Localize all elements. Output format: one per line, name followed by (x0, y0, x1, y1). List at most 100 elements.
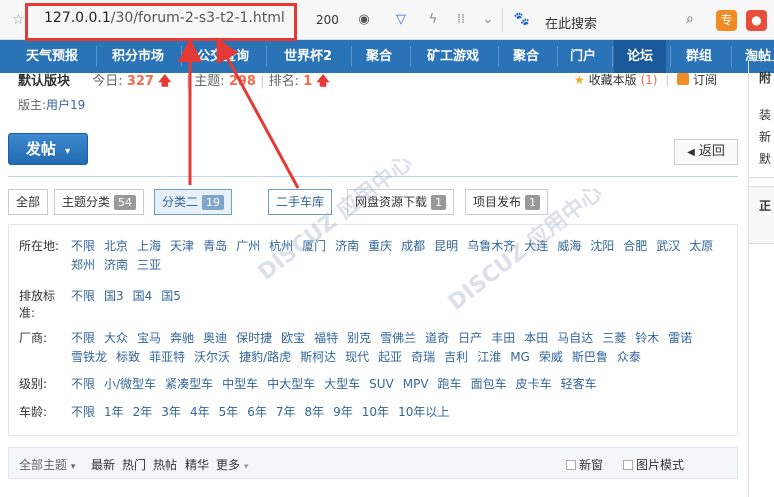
bookmark-star-icon[interactable]: ☆ (12, 12, 25, 28)
filter-option[interactable]: 10年以上 (398, 403, 449, 422)
filter-option[interactable]: 成都 (401, 237, 425, 256)
filter-option[interactable]: 天津 (170, 237, 194, 256)
filter-option[interactable]: 10年 (362, 403, 389, 422)
nav-item[interactable]: 世界杯2 (268, 40, 348, 73)
filter-option[interactable]: 5年 (219, 403, 239, 422)
nav-item[interactable]: 群组 (672, 40, 726, 73)
filter-option[interactable]: 奇瑞 (411, 348, 435, 367)
filter-option[interactable]: 9年 (333, 403, 353, 422)
new-post-button[interactable]: 发帖 ▾ (8, 133, 88, 165)
filter-option[interactable]: MG (510, 348, 530, 367)
filter-option[interactable]: 捷豹/路虎 (239, 348, 291, 367)
favorite-star-icon[interactable]: ★ (574, 73, 585, 87)
filter-option[interactable]: 紧凑型车 (165, 375, 213, 394)
filter-option[interactable]: 道奇 (425, 329, 449, 348)
extension-red-icon[interactable]: ● (746, 10, 767, 31)
filter-option[interactable]: 济南 (104, 256, 128, 275)
tab-topic-category[interactable]: 主题分类 54 (54, 189, 145, 215)
filter-option[interactable]: 别克 (347, 329, 371, 348)
filter-option[interactable]: 沃尔沃 (194, 348, 230, 367)
filter-option[interactable]: 雷诺 (668, 329, 692, 348)
nav-item[interactable]: 天气预报 (12, 40, 92, 73)
tab-all[interactable]: 全部 (8, 189, 49, 215)
filter-option[interactable]: 标致 (116, 348, 140, 367)
filter-option[interactable]: 济南 (335, 237, 359, 256)
filter-option[interactable]: 江淮 (477, 348, 501, 367)
rss-icon[interactable] (677, 73, 690, 85)
filter-option[interactable]: 丰田 (491, 329, 515, 348)
filter-option[interactable]: 沈阳 (590, 237, 614, 256)
filter-option[interactable]: 合肥 (623, 237, 647, 256)
all-topics-dropdown[interactable]: 全部主题 ▾ (19, 456, 75, 473)
back-button[interactable]: ◀ 返回 (674, 139, 738, 165)
filter-option[interactable]: 众泰 (617, 348, 641, 367)
filter-option[interactable]: 福特 (314, 329, 338, 348)
filter-option[interactable]: 威海 (557, 237, 581, 256)
filter-option[interactable]: 8年 (305, 403, 325, 422)
filter-option[interactable]: 国5 (161, 287, 181, 306)
filter-hot-posts[interactable]: 热帖 (153, 456, 177, 473)
tab-used-cars[interactable]: 二手车库 (268, 189, 333, 215)
filter-option[interactable]: 欧宝 (281, 329, 305, 348)
filter-option[interactable]: 7年 (276, 403, 296, 422)
filter-option[interactable]: 重庆 (368, 237, 392, 256)
filter-option[interactable]: 宝马 (137, 329, 161, 348)
filter-option[interactable]: 奔驰 (170, 329, 194, 348)
extension-icon[interactable]: 专 (716, 10, 737, 31)
nav-item[interactable]: 公交查询 (183, 40, 263, 73)
filter-option[interactable]: 吉利 (444, 348, 468, 367)
shield-icon[interactable]: ▽ (392, 11, 410, 29)
filter-option[interactable]: 大众 (104, 329, 128, 348)
filter-option[interactable]: 不限 (71, 403, 95, 422)
tab-category-two[interactable]: 分类二 19 (154, 189, 233, 215)
filter-option[interactable]: 面包车 (471, 375, 507, 394)
filter-option[interactable]: 杭州 (269, 237, 293, 256)
nav-item[interactable]: 聚合 (353, 40, 405, 73)
favorite-link[interactable]: 收藏本版 (589, 73, 637, 87)
filter-option[interactable]: 6年 (247, 403, 267, 422)
filter-option[interactable]: SUV (369, 375, 394, 394)
filter-option[interactable]: 三亚 (137, 256, 161, 275)
paw-search-icon[interactable]: 🐾 (513, 11, 531, 29)
filter-option[interactable]: 昆明 (434, 237, 458, 256)
sidebar-line[interactable]: 新 (759, 128, 771, 145)
filter-option[interactable]: 武汉 (656, 237, 680, 256)
new-window-toggle[interactable]: 新窗 (566, 456, 603, 473)
nav-item[interactable]: 聚合 (500, 40, 552, 73)
speed-icon[interactable]: ◉ (355, 11, 373, 29)
filter-option[interactable]: 起亚 (378, 348, 402, 367)
search-placeholder[interactable]: 在此搜索 (545, 13, 597, 32)
filter-option[interactable]: 中型车 (222, 375, 258, 394)
filter-option[interactable]: 铃木 (635, 329, 659, 348)
nav-item[interactable]: 门户 (559, 40, 607, 73)
filter-option[interactable]: 轻客车 (561, 375, 597, 394)
filter-option[interactable]: 不限 (71, 237, 95, 256)
filter-option[interactable]: 现代 (345, 348, 369, 367)
chevron-down-icon[interactable]: ⌄ (479, 11, 497, 29)
filter-option[interactable]: 三菱 (602, 329, 626, 348)
filter-option[interactable]: 3年 (161, 403, 181, 422)
image-mode-toggle[interactable]: 图片模式 (623, 456, 684, 473)
filter-option[interactable]: 乌鲁木齐 (467, 237, 515, 256)
sidebar-line[interactable]: 默 (759, 150, 771, 167)
moderator-link[interactable]: 用户19 (46, 98, 85, 112)
more-dropdown[interactable]: 更多 ▾ (216, 456, 248, 473)
filter-option[interactable]: 大型车 (324, 375, 360, 394)
filter-option[interactable]: 日产 (458, 329, 482, 348)
filter-latest[interactable]: 最新 (91, 456, 115, 473)
filter-option[interactable]: 1年 (104, 403, 124, 422)
nav-item[interactable]: 矿工游戏 (412, 40, 494, 73)
filter-option[interactable]: 广州 (236, 237, 260, 256)
checkbox[interactable] (566, 460, 576, 470)
filter-option[interactable]: 荣威 (539, 348, 563, 367)
filter-option[interactable]: 菲亚特 (149, 348, 185, 367)
nav-item[interactable]: 论坛 (614, 40, 666, 73)
filter-option[interactable]: 奥迪 (203, 329, 227, 348)
filter-hot[interactable]: 热门 (122, 456, 146, 473)
filter-option[interactable]: 马自达 (557, 329, 593, 348)
filter-option[interactable]: 雪佛兰 (380, 329, 416, 348)
tab-cloud-download[interactable]: 网盘资源下载 1 (347, 189, 455, 215)
filter-option[interactable]: 本田 (524, 329, 548, 348)
filter-option[interactable]: 皮卡车 (516, 375, 552, 394)
filter-option[interactable]: 不限 (71, 287, 95, 306)
